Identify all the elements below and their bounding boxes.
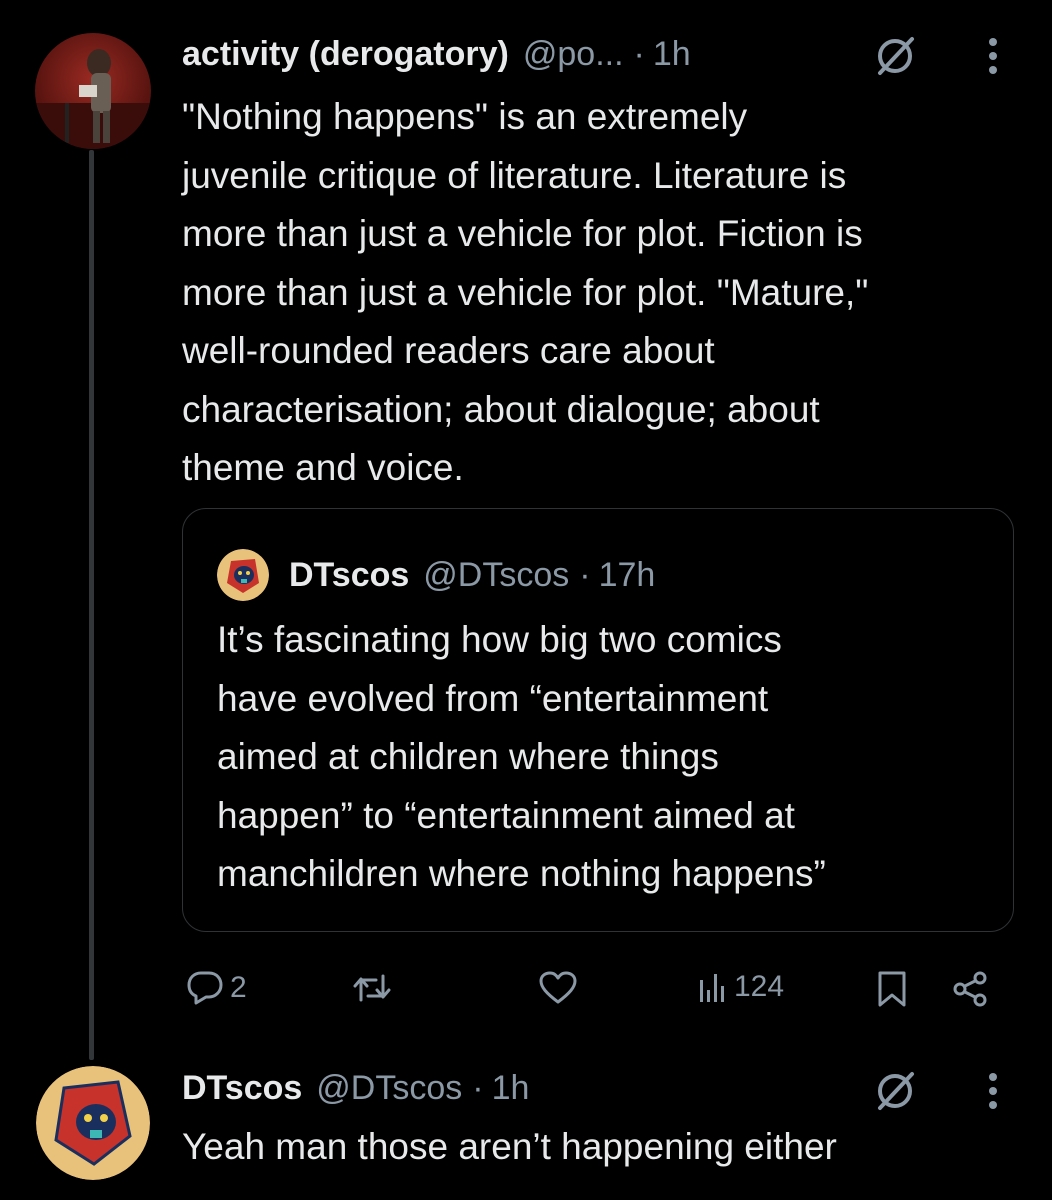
reply-author-avatar-image — [36, 1066, 150, 1180]
author-avatar-image — [35, 33, 151, 149]
quoted-author-avatar — [217, 549, 269, 601]
reply-count: 2 — [230, 971, 247, 1004]
tweet-text-line: well-rounded readers care about — [182, 330, 715, 371]
bookmark-icon — [878, 971, 906, 1007]
tweet-text: "Nothing happens" is an extremely juveni… — [182, 88, 1032, 498]
reply-icon — [187, 971, 223, 1005]
quoted-text-line: happen” to “entertainment aimed at — [217, 794, 795, 836]
separator-dot: · — [633, 35, 645, 73]
quoted-tweet-timestamp: 17h — [598, 555, 656, 594]
quoted-text-line: aimed at children where things — [217, 736, 719, 777]
more-vertical-icon[interactable] — [984, 1070, 1002, 1112]
quoted-text-line: manchildren where nothing happens” — [217, 853, 826, 894]
analytics-icon — [700, 974, 724, 1002]
thread-connector-line — [89, 150, 94, 1060]
reply-author-avatar[interactable] — [36, 1066, 150, 1180]
grok-icon[interactable] — [872, 33, 918, 79]
share-button[interactable] — [950, 970, 990, 1008]
reply-button[interactable]: 2 — [186, 970, 247, 1006]
retweet-icon — [353, 974, 391, 1002]
share-icon — [953, 971, 987, 1007]
reply-tweet-text: Yeah man those aren’t happening either — [182, 1126, 837, 1167]
author-avatar[interactable] — [35, 33, 151, 149]
views-button[interactable]: 124 — [698, 970, 784, 1004]
separator-dot: · — [579, 555, 591, 594]
quoted-text-line: have evolved from “entertainment — [217, 677, 769, 719]
quoted-tweet-header: DTscos @DTscos · 17h — [217, 549, 655, 601]
tweet-text-line: more than just a vehicle for plot. "Matu… — [182, 271, 869, 313]
retweet-button[interactable] — [352, 970, 398, 1006]
reply-tweet-header: DTscos @DTscos · 1h — [182, 1068, 529, 1108]
separator-dot: · — [472, 1069, 484, 1107]
reply-tweet-timestamp[interactable]: 1h — [492, 1068, 530, 1108]
tweet-text-line: more than just a vehicle for plot. Ficti… — [182, 213, 863, 254]
heart-icon — [539, 971, 577, 1004]
quoted-author-handle: @DTscos — [423, 555, 570, 594]
tweet-timestamp[interactable]: 1h — [653, 34, 691, 74]
tweet-text-line: "Nothing happens" is an extremely — [182, 96, 748, 137]
tweet-actions: 2 124 — [182, 960, 1002, 1016]
reply-author-handle[interactable]: @DTscos — [316, 1068, 462, 1108]
bookmark-button[interactable] — [876, 970, 908, 1008]
author-handle[interactable]: @po... — [523, 34, 624, 74]
more-vertical-icon[interactable] — [984, 35, 1002, 77]
author-display-name[interactable]: activity (derogatory) — [182, 34, 509, 74]
grok-icon[interactable] — [872, 1068, 918, 1114]
reply-author-display-name[interactable]: DTscos — [182, 1068, 302, 1108]
tweet-text-line: theme and voice. — [182, 447, 464, 488]
quoted-tweet-card[interactable]: DTscos @DTscos · 17h It’s fascinating ho… — [182, 508, 1014, 932]
quoted-text-line: It’s fascinating how big two comics — [217, 619, 782, 660]
like-button[interactable] — [538, 970, 584, 1006]
views-count: 124 — [734, 970, 785, 1003]
tweet-text-line: characterisation; about dialogue; about — [182, 388, 820, 430]
tweet-text-line: juvenile critique of literature. Literat… — [182, 154, 847, 196]
tweet-header: activity (derogatory) @po... · 1h — [182, 34, 691, 74]
quoted-tweet-text: It’s fascinating how big two comics have… — [217, 611, 987, 904]
quoted-author-display-name: DTscos — [289, 555, 410, 594]
